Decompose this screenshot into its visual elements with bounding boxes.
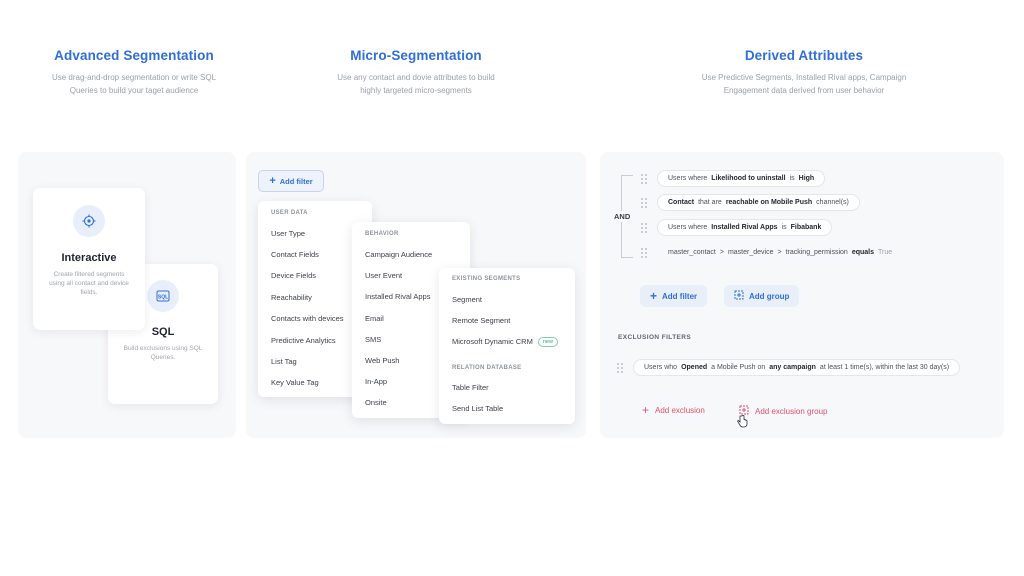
rule-token: any campaign [769, 364, 816, 371]
header-micro-segmentation: Micro-Segmentation Use any contact and d… [306, 48, 526, 97]
menu-existing-segments: EXISTING SEGMENTS Segment Remote Segment… [439, 268, 575, 424]
interactive-title: Interactive [61, 252, 117, 264]
menu-item-device-fields[interactable]: Device Fields [271, 271, 316, 280]
menu-item-remote-segment[interactable]: Remote Segment [452, 316, 510, 325]
filter-rule-rival-apps[interactable]: Users where Installed Rival Apps is Fibaban… [657, 219, 833, 236]
section-desc-line1: Use Predictive Segments, Installed Rival… [701, 73, 907, 82]
interactive-card[interactable]: Interactive Create filtered segments usi… [33, 188, 145, 330]
plus-icon: + [650, 289, 658, 303]
plus-icon: + [642, 403, 650, 417]
menu-item-campaign-audience[interactable]: Campaign Audience [365, 250, 432, 259]
menu-heading: USER DATA [271, 210, 308, 216]
menu-item-reachability[interactable]: Reachability [271, 293, 312, 302]
rule-token: master_contact [668, 249, 716, 256]
section-desc-line1: Use any contact and dovie attributes to … [337, 73, 495, 82]
plus-icon: + [269, 175, 276, 187]
rule-token: is [781, 224, 787, 231]
drag-handle-icon[interactable] [617, 363, 623, 373]
rule-token: a Mobile Push on [711, 364, 766, 371]
section-desc-line2: Queries to build your taget audience [69, 86, 199, 95]
menu-item-in-app[interactable]: In-App [365, 377, 387, 386]
add-exclusion-group-button[interactable]: Add exclusion group [739, 405, 828, 417]
menu-heading: BEHAVIOR [365, 231, 399, 237]
menu-item-email[interactable]: Email [365, 314, 384, 323]
section-title: Advanced Segmentation [54, 48, 214, 63]
add-exclusion-group-label: Add exclusion group [755, 406, 828, 416]
rule-token: High [798, 175, 815, 182]
header-derived-attributes: Derived Attributes Use Predictive Segmen… [664, 48, 944, 97]
sql-desc: Build exclusions using SQL Queries. [123, 345, 203, 361]
menu-item-onsite[interactable]: Onsite [365, 398, 387, 407]
menu-item-user-type[interactable]: User Type [271, 229, 305, 238]
menu-item-segment[interactable]: Segment [452, 295, 482, 304]
drag-handle-icon[interactable] [641, 248, 647, 258]
rule-token: that are [698, 199, 722, 206]
rule-token: Installed Rival Apps [711, 224, 778, 231]
rule-token: reachable on Mobile Push [725, 199, 813, 206]
rule-token: Users who [644, 364, 678, 371]
add-exclusion-label: Add exclusion [655, 405, 705, 415]
menu-item-contact-fields[interactable]: Contact Fields [271, 250, 319, 259]
rule-token: Fibabank [790, 224, 822, 231]
svg-text:SQL: SQL [158, 295, 168, 301]
rule-token: > [719, 249, 724, 256]
menu-heading: EXISTING SEGMENTS [452, 276, 521, 282]
rule-token: channel(s) [816, 199, 849, 206]
rule-token: Contact [668, 199, 695, 206]
and-label: AND [612, 211, 633, 222]
add-filter-button[interactable]: + Add filter [258, 170, 324, 192]
menu-item-microsoft-dynamic-crm[interactable]: Microsoft Dynamic CRM new [452, 337, 558, 348]
rule-token: Opened [681, 364, 708, 371]
section-desc-line1: Use drag-and-drop segmentation or write … [51, 73, 217, 82]
rule-token: Users where [668, 224, 708, 231]
filter-rule-reachable[interactable]: Contact that are reachable on Mobile Push c… [657, 194, 860, 211]
drag-handle-icon[interactable] [641, 174, 647, 184]
group-icon [734, 290, 744, 302]
target-icon [73, 205, 105, 237]
section-desc-line2: highly targeted micro-segments [360, 86, 472, 95]
filter-rule-likelihood[interactable]: Users where Likelihood to uninstall is High [657, 170, 826, 187]
add-filter-label: Add filter [279, 176, 313, 186]
menu-item-contacts-with-devices[interactable]: Contacts with devices [271, 314, 344, 323]
rule-token: at least 1 time(s), within the last 30 d… [819, 364, 950, 371]
add-group-label: Add group [749, 291, 790, 301]
rule-token: master_device [727, 249, 774, 256]
rule-token: equals [851, 249, 875, 256]
add-group-button[interactable]: Add group [724, 285, 800, 307]
drag-handle-icon[interactable] [641, 223, 647, 233]
section-title: Micro-Segmentation [350, 48, 482, 63]
menu-item-web-push[interactable]: Web Push [365, 356, 399, 365]
menu-heading: RELATION DATABASE [452, 365, 522, 371]
drag-handle-icon[interactable] [641, 198, 647, 208]
interactive-desc: Create filtered segments using all conta… [49, 271, 129, 296]
menu-item-key-value-tag[interactable]: Key Value Tag [271, 378, 319, 387]
rule-token: > [777, 249, 782, 256]
rule-token: Likelihood to uninstall [711, 175, 786, 182]
menu-item-predictive-analytics[interactable]: Predictive Analytics [271, 336, 336, 345]
menu-item-label: Microsoft Dynamic CRM [452, 337, 533, 346]
rule-token: Users where [668, 175, 708, 182]
menu-item-table-filter[interactable]: Table Filter [452, 383, 489, 392]
exclusion-filters-heading: EXCLUSION FILTERS [618, 334, 692, 341]
exclusion-rule-opened[interactable]: Users who Opened a Mobile Push on any campa… [633, 359, 961, 376]
section-title: Derived Attributes [744, 48, 864, 63]
add-filter-label: Add filter [662, 291, 698, 301]
sql-icon: SQL [147, 280, 179, 312]
menu-item-sms[interactable]: SMS [365, 335, 381, 344]
rule-token: True [878, 249, 893, 256]
hand-cursor-icon [737, 415, 748, 433]
add-exclusion-button[interactable]: + Add exclusion [642, 403, 705, 417]
rule-token: tracking_permission [785, 249, 848, 256]
add-filter-button[interactable]: + Add filter [640, 285, 708, 307]
filter-rule-tracking-permission[interactable]: master_contact > master_device > tracking_pe… [657, 244, 903, 261]
section-desc-line2: Engagement data derived from user behavi… [723, 86, 885, 95]
menu-item-send-list-table[interactable]: Send List Table [452, 404, 503, 413]
rule-token: is [789, 175, 795, 182]
menu-item-list-tag[interactable]: List Tag [271, 357, 297, 366]
menu-item-installed-rival-apps[interactable]: Installed Rival Apps [365, 292, 430, 301]
header-advanced-segmentation: Advanced Segmentation Use drag-and-drop … [24, 48, 244, 97]
menu-item-user-event[interactable]: User Event [365, 271, 402, 280]
new-badge: new [537, 337, 558, 348]
